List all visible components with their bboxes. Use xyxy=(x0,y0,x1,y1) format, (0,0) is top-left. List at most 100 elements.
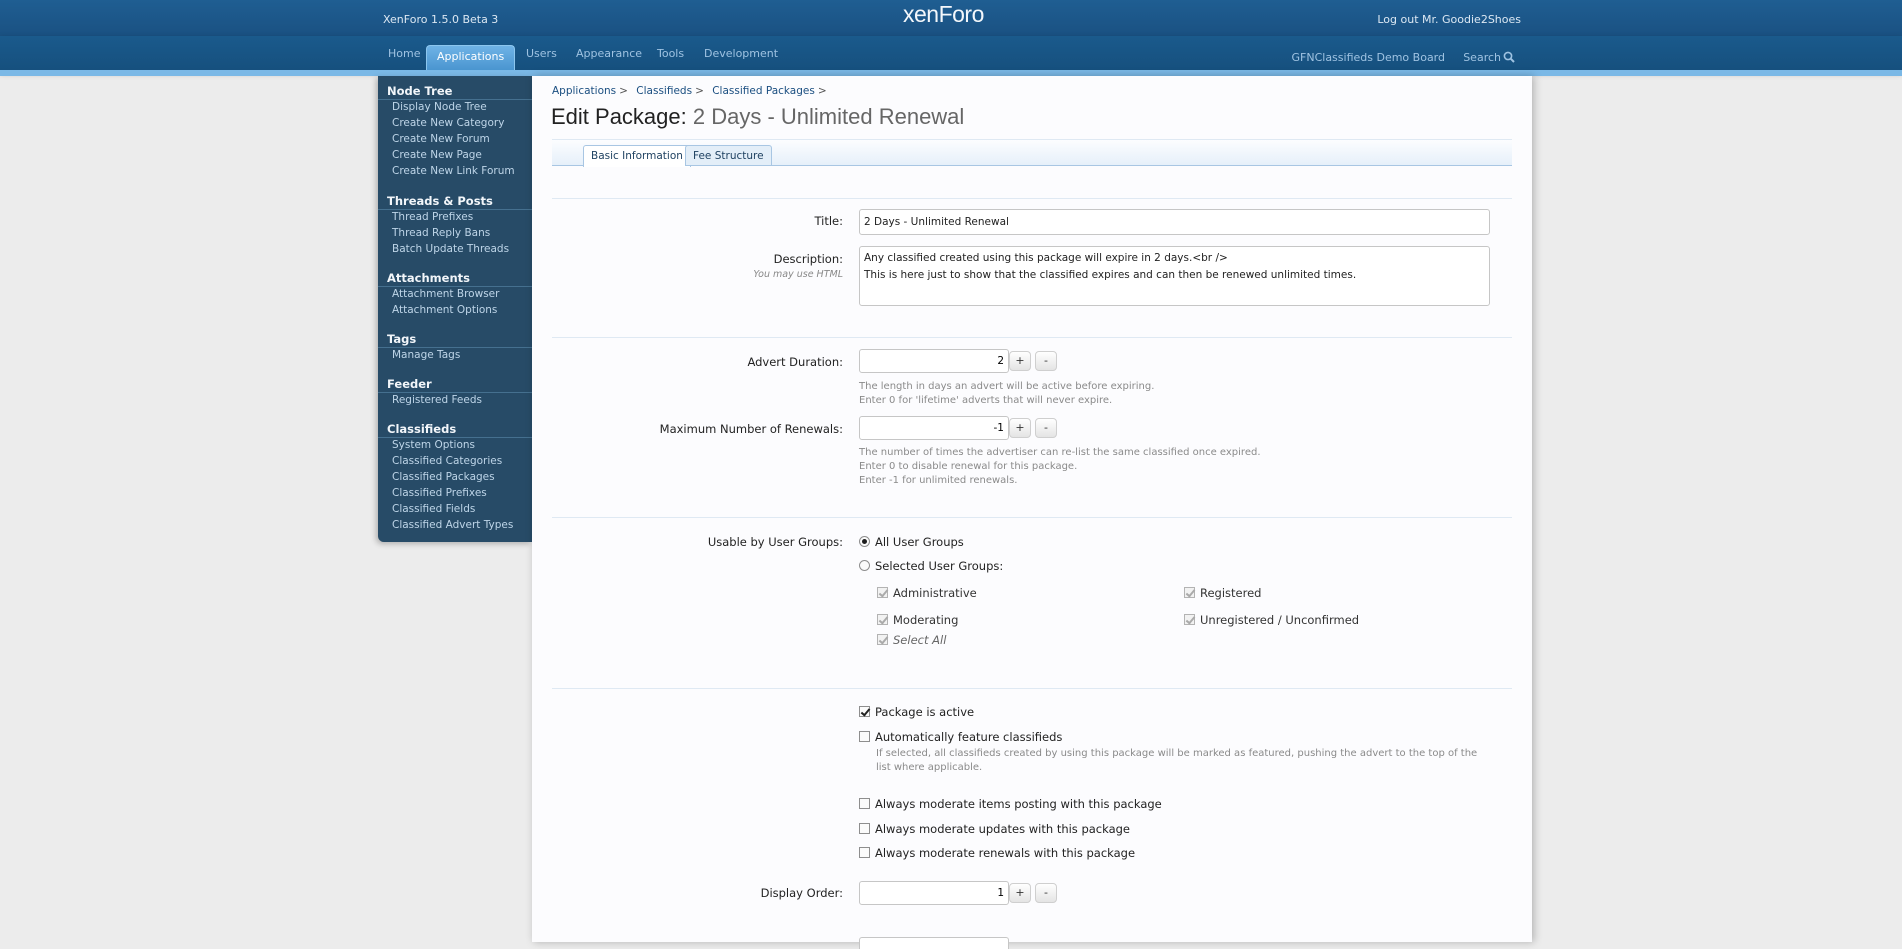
breadcrumb-applications[interactable]: Applications xyxy=(552,85,616,97)
sidebar-heading: Tags xyxy=(378,330,532,348)
description-textarea[interactable]: Any classified created using this packag… xyxy=(859,246,1490,306)
moderate-updates-checkbox[interactable]: Always moderate updates with this packag… xyxy=(859,822,1130,836)
package-active-checkbox[interactable]: Package is active xyxy=(859,705,974,719)
group-registered-checkbox[interactable]: Registered xyxy=(1184,586,1261,600)
divider xyxy=(552,688,1512,689)
usergroups-label: Usable by User Groups: xyxy=(707,535,843,549)
display-order-increment-button[interactable]: + xyxy=(1009,883,1031,903)
sidebar-heading: Node Tree xyxy=(378,82,532,100)
tab-tools[interactable]: Tools xyxy=(657,47,684,60)
divider xyxy=(552,198,1512,199)
sidebar: Node Tree Display Node Tree Create New C… xyxy=(378,76,532,542)
sidebar-item-classified-fields[interactable]: Classified Fields xyxy=(378,502,532,518)
sidebar-item-thread-reply-bans[interactable]: Thread Reply Bans xyxy=(378,226,532,242)
checkbox-icon[interactable] xyxy=(877,634,888,645)
title-input[interactable] xyxy=(859,209,1490,235)
sidebar-heading: Classifieds xyxy=(378,420,532,438)
advert-duration-decrement-button[interactable]: - xyxy=(1035,351,1057,371)
checkbox-icon[interactable] xyxy=(859,823,870,834)
display-order-input[interactable] xyxy=(859,881,1009,905)
advert-duration-label: Advert Duration: xyxy=(747,355,843,369)
checkbox-icon[interactable] xyxy=(859,847,870,858)
sidebar-item-create-link-forum[interactable]: Create New Link Forum xyxy=(378,164,532,180)
sidebar-item-classified-advert-types[interactable]: Classified Advert Types xyxy=(378,518,532,534)
main-nav: Home Applications Users Appearance Tools… xyxy=(0,36,1902,70)
advert-duration-explain: The length in days an advert will be act… xyxy=(859,381,1155,406)
tab-development[interactable]: Development xyxy=(704,47,778,60)
sidebar-item-batch-update-threads[interactable]: Batch Update Threads xyxy=(378,242,532,258)
sidebar-item-classified-packages[interactable]: Classified Packages xyxy=(378,470,532,486)
page-title-prefix: Edit Package: xyxy=(551,104,687,129)
checkbox-icon[interactable] xyxy=(859,731,870,742)
checkbox-icon[interactable] xyxy=(1184,614,1195,625)
max-renewals-label: Maximum Number of Renewals: xyxy=(659,422,843,436)
sidebar-item-classified-categories[interactable]: Classified Categories xyxy=(378,454,532,470)
description-hint: You may use HTML xyxy=(753,269,843,280)
max-renewals-explain: The number of times the advertiser can r… xyxy=(859,447,1261,486)
auto-feature-checkbox[interactable]: Automatically feature classifieds xyxy=(859,730,1062,744)
search-icon xyxy=(1503,51,1515,63)
advert-duration-increment-button[interactable]: + xyxy=(1009,351,1031,371)
form-tabs: Basic Information Fee Structure xyxy=(552,140,1512,167)
sidebar-item-create-forum[interactable]: Create New Forum xyxy=(378,132,532,148)
breadcrumb-classifieds[interactable]: Classifieds xyxy=(636,85,692,97)
top-bar: XenForo 1.5.0 Beta 3 xenForo Log out Mr.… xyxy=(0,0,1902,36)
checkbox-icon[interactable] xyxy=(877,587,888,598)
checkbox-icon[interactable] xyxy=(859,798,870,809)
sidebar-item-create-category[interactable]: Create New Category xyxy=(378,116,532,132)
selected-groups-radio[interactable]: Selected User Groups: xyxy=(859,559,1003,573)
search-label: Search xyxy=(1463,51,1501,64)
moderate-posting-checkbox[interactable]: Always moderate items posting with this … xyxy=(859,797,1162,811)
sidebar-heading: Feeder xyxy=(378,375,532,393)
sidebar-section-threads: Threads & Posts Thread Prefixes Thread R… xyxy=(378,192,532,258)
select-all-checkbox[interactable]: Select All xyxy=(877,633,946,647)
sidebar-item-system-options[interactable]: System Options xyxy=(378,438,532,454)
sidebar-item-create-page[interactable]: Create New Page xyxy=(378,148,532,164)
tab-home[interactable]: Home xyxy=(388,47,420,60)
board-name-link[interactable]: GFNClassifieds Demo Board xyxy=(1292,51,1446,64)
main-content: Applications > Classifieds > Classified Pa… xyxy=(532,76,1532,949)
sidebar-section-feeder: Feeder Registered Feeds xyxy=(378,375,532,409)
group-moderating-checkbox[interactable]: Moderating xyxy=(877,613,958,627)
sidebar-item-manage-tags[interactable]: Manage Tags xyxy=(378,348,532,364)
tab-users[interactable]: Users xyxy=(526,47,557,60)
sidebar-item-thread-prefixes[interactable]: Thread Prefixes xyxy=(378,210,532,226)
max-renewals-decrement-button[interactable]: - xyxy=(1035,418,1057,438)
max-renewals-increment-button[interactable]: + xyxy=(1009,418,1031,438)
max-renewals-input[interactable] xyxy=(859,416,1009,440)
display-order-label: Display Order: xyxy=(760,886,843,900)
sidebar-item-display-node-tree[interactable]: Display Node Tree xyxy=(378,100,532,116)
breadcrumb: Applications > Classifieds > Classified Pa… xyxy=(552,85,827,97)
sidebar-heading: Threads & Posts xyxy=(378,192,532,210)
tab-appearance[interactable]: Appearance xyxy=(576,47,642,60)
checkbox-icon[interactable] xyxy=(1184,587,1195,598)
sidebar-item-attachment-browser[interactable]: Attachment Browser xyxy=(378,287,532,303)
tab-fee-structure[interactable]: Fee Structure xyxy=(685,145,772,166)
xenforo-logo[interactable]: xenForo xyxy=(903,1,984,28)
page-title: Edit Package: 2 Days - Unlimited Renewal xyxy=(551,104,964,130)
display-order-decrement-button[interactable]: - xyxy=(1035,883,1057,903)
sidebar-item-classified-prefixes[interactable]: Classified Prefixes xyxy=(378,486,532,502)
radio-selected-icon[interactable] xyxy=(859,536,870,547)
radio-icon[interactable] xyxy=(859,560,870,571)
next-field-input[interactable] xyxy=(859,937,1009,949)
description-label: Description: xyxy=(773,252,843,266)
sidebar-section-node-tree: Node Tree Display Node Tree Create New C… xyxy=(378,82,532,180)
breadcrumb-classified-packages[interactable]: Classified Packages xyxy=(712,85,815,97)
all-groups-radio[interactable]: All User Groups xyxy=(859,535,964,549)
checkbox-icon[interactable] xyxy=(877,614,888,625)
title-label: Title: xyxy=(814,214,843,228)
sidebar-item-attachment-options[interactable]: Attachment Options xyxy=(378,303,532,319)
group-administrative-checkbox[interactable]: Administrative xyxy=(877,586,977,600)
advert-duration-input[interactable] xyxy=(859,349,1009,373)
group-unregistered-checkbox[interactable]: Unregistered / Unconfirmed xyxy=(1184,613,1359,627)
search-link[interactable]: Search xyxy=(1463,51,1515,64)
tab-basic-information[interactable]: Basic Information xyxy=(583,145,691,167)
tab-applications[interactable]: Applications xyxy=(426,45,516,70)
logout-link[interactable]: Log out Mr. Goodie2Shoes xyxy=(1377,13,1521,26)
sidebar-item-registered-feeds[interactable]: Registered Feeds xyxy=(378,393,532,409)
sidebar-section-tags: Tags Manage Tags xyxy=(378,330,532,364)
moderate-renewals-checkbox[interactable]: Always moderate renewals with this packa… xyxy=(859,846,1135,860)
sidebar-section-attachments: Attachments Attachment Browser Attachmen… xyxy=(378,269,532,319)
checkbox-checked-icon[interactable] xyxy=(859,706,870,717)
